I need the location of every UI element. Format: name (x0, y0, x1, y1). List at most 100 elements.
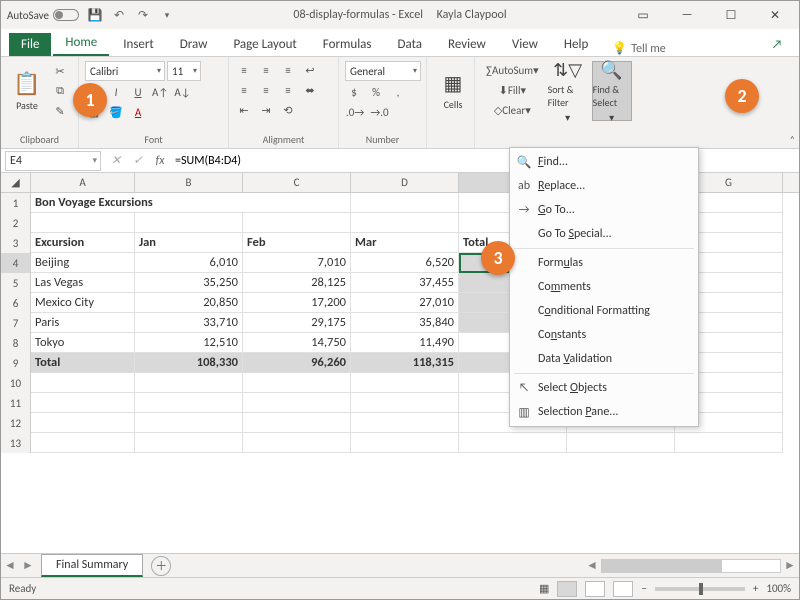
cell[interactable]: 12,510 (135, 333, 243, 353)
italic-button[interactable]: I (107, 83, 125, 101)
save-icon[interactable]: 💾 (87, 7, 103, 23)
zoom-slider[interactable] (655, 587, 745, 591)
menu-conditional-formatting[interactable]: Conditional Formatting (510, 299, 698, 323)
row-head[interactable]: 11 (1, 393, 31, 413)
cell[interactable]: Tokyo (31, 333, 135, 353)
cell[interactable] (31, 373, 135, 393)
cell[interactable] (243, 193, 351, 213)
font-name-combo[interactable]: Calibri (85, 61, 165, 81)
cell[interactable]: 118,315 (351, 353, 459, 373)
cell[interactable]: Feb (243, 233, 351, 253)
zoom-out-icon[interactable]: − (641, 582, 646, 595)
cell[interactable]: 35,250 (135, 273, 243, 293)
cell[interactable]: 28,125 (243, 273, 351, 293)
cell[interactable] (243, 433, 351, 453)
align-top-icon[interactable]: ≡ (235, 61, 253, 79)
cell[interactable]: Mar (351, 233, 459, 253)
minimize-icon[interactable]: — (669, 1, 705, 29)
cell[interactable] (135, 433, 243, 453)
collapse-ribbon-icon[interactable]: ˄ (790, 133, 795, 146)
clear-button[interactable]: ◇ Clear ▾ (481, 101, 544, 119)
qat-customize-icon[interactable]: ▾ (159, 7, 175, 23)
align-right-icon[interactable]: ≡ (279, 81, 297, 99)
row-head[interactable]: 4 (1, 253, 31, 273)
row-head[interactable]: 10 (1, 373, 31, 393)
formula-input[interactable] (171, 151, 799, 171)
sort-filter-button[interactable]: ⇅▽ Sort & Filter▾ (548, 61, 588, 121)
menu-select-objects[interactable]: ↖Select Objects (510, 376, 698, 400)
hscroll-track[interactable] (601, 559, 781, 573)
currency-icon[interactable]: $ (345, 83, 363, 101)
number-format-combo[interactable]: General (345, 61, 421, 81)
tab-file[interactable]: File (9, 33, 51, 56)
sheet-nav-prev[interactable]: ◄ (1, 558, 19, 573)
font-color-icon[interactable]: A (129, 103, 147, 121)
menu-goto-special[interactable]: Go To Special... (510, 222, 698, 246)
cell[interactable] (31, 413, 135, 433)
underline-button[interactable]: U (129, 83, 147, 101)
cell[interactable] (351, 393, 459, 413)
zoom-level[interactable]: 100% (766, 582, 791, 595)
tab-formulas[interactable]: Formulas (311, 33, 384, 56)
cell[interactable] (351, 373, 459, 393)
cell[interactable] (351, 213, 459, 233)
cell[interactable]: 7,010 (243, 253, 351, 273)
cells-button[interactable]: ▦ Cells (433, 61, 473, 121)
tab-help[interactable]: Help (552, 33, 600, 56)
menu-selection-pane[interactable]: ▥Selection Pane... (510, 400, 698, 424)
increase-font-icon[interactable]: A↑ (151, 83, 169, 101)
col-head-b[interactable]: B (135, 173, 243, 192)
decrease-indent-icon[interactable]: ⇤ (235, 101, 253, 119)
zoom-in-icon[interactable]: + (753, 582, 758, 595)
cell[interactable] (243, 373, 351, 393)
row-head[interactable]: 6 (1, 293, 31, 313)
decrease-font-icon[interactable]: A↓ (173, 83, 191, 101)
cell[interactable]: 20,850 (135, 293, 243, 313)
align-left-icon[interactable]: ≡ (235, 81, 253, 99)
fx-icon[interactable]: fx (149, 154, 171, 168)
cell[interactable]: 17,200 (243, 293, 351, 313)
decrease-decimal-icon[interactable]: →.0 (369, 103, 389, 121)
row-head[interactable]: 7 (1, 313, 31, 333)
cut-icon[interactable]: ✂ (51, 62, 69, 80)
cell[interactable] (135, 413, 243, 433)
cell[interactable] (459, 433, 567, 453)
increase-decimal-icon[interactable]: .0→ (345, 103, 365, 121)
cell[interactable] (243, 393, 351, 413)
tab-page-layout[interactable]: Page Layout (221, 33, 308, 56)
cell[interactable]: Beijing (31, 253, 135, 273)
display-settings-icon[interactable]: ▦ (539, 582, 549, 595)
normal-view-icon[interactable] (557, 581, 577, 597)
menu-comments[interactable]: Comments (510, 275, 698, 299)
cell[interactable]: 6,520 (351, 253, 459, 273)
cell[interactable]: Total (31, 353, 135, 373)
menu-constants[interactable]: Constants (510, 323, 698, 347)
cell[interactable]: Jan (135, 233, 243, 253)
tab-home[interactable]: Home (53, 31, 109, 56)
cell[interactable]: 33,710 (135, 313, 243, 333)
cell[interactable] (135, 213, 243, 233)
cell[interactable] (31, 433, 135, 453)
col-head-a[interactable]: A (31, 173, 135, 192)
row-head[interactable]: 9 (1, 353, 31, 373)
menu-find[interactable]: 🔍Find... (510, 150, 698, 174)
cell[interactable] (135, 393, 243, 413)
find-select-button[interactable]: 🔍 Find & Select▾ (592, 61, 632, 121)
cell[interactable] (675, 433, 783, 453)
maximize-icon[interactable]: ☐ (713, 1, 749, 29)
cell[interactable]: 11,490 (351, 333, 459, 353)
col-head-c[interactable]: C (243, 173, 351, 192)
undo-icon[interactable]: ↶ (111, 7, 127, 23)
cell[interactable]: 96,260 (243, 353, 351, 373)
cell[interactable]: Mexico City (31, 293, 135, 313)
cell[interactable] (351, 193, 459, 213)
align-center-icon[interactable]: ≡ (257, 81, 275, 99)
tab-draw[interactable]: Draw (168, 33, 220, 56)
row-head[interactable]: 13 (1, 433, 31, 453)
cell[interactable]: Bon Voyage Excursions (31, 193, 243, 213)
font-size-combo[interactable]: 11 (167, 61, 201, 81)
cell[interactable]: Paris (31, 313, 135, 333)
cell[interactable] (351, 413, 459, 433)
row-head[interactable]: 3 (1, 233, 31, 253)
fill-color-icon[interactable]: 🪣 (107, 103, 125, 121)
